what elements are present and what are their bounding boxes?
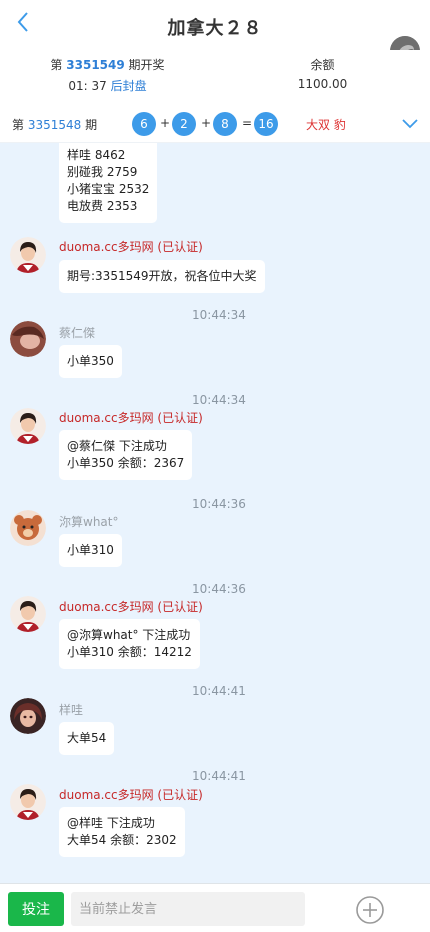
bubble-line: @沵算what° 下注成功 bbox=[67, 628, 191, 642]
user-avatar-icon bbox=[10, 321, 46, 357]
result-ball-3: 8 bbox=[213, 112, 237, 136]
message-input[interactable] bbox=[71, 892, 305, 926]
current-prefix: 第 bbox=[50, 58, 63, 72]
current-period: 第 3351549 期开奖 bbox=[0, 56, 215, 73]
sender-name: duoma.cc多玛网 (已认证) bbox=[59, 240, 203, 254]
user-avatar[interactable] bbox=[10, 510, 46, 546]
period-info: 第 3351549 期开奖 01: 37 后封盘 余额 1100.00 bbox=[0, 50, 430, 100]
result-sum-ball: 16 bbox=[254, 112, 278, 136]
chat-bubble: 期号:3351549开放，祝各位中大奖 bbox=[59, 260, 265, 293]
agent-avatar-icon bbox=[10, 408, 46, 444]
current-suffix: 期开奖 bbox=[128, 58, 165, 72]
sender-name: 蔡仁傑 bbox=[59, 326, 96, 340]
top-bar: 加拿大２８ bbox=[0, 0, 430, 66]
user-avatar[interactable] bbox=[10, 321, 46, 357]
last-result-row: 第 3351548 期 6 + 2 + 8 = 16 大双 豹 bbox=[0, 103, 430, 143]
plus-sign: + bbox=[201, 116, 212, 130]
last-period: 第 3351548 期 bbox=[12, 116, 97, 133]
last-period-no: 3351548 bbox=[27, 118, 82, 132]
result-text: 大双 豹 bbox=[306, 118, 346, 132]
chat-bubble: @样哇 下注成功 大单54 余额：2302 bbox=[59, 807, 185, 857]
bubble-line: @样哇 下注成功 bbox=[67, 816, 155, 830]
balance-value: 1100.00 bbox=[297, 77, 348, 91]
result-ball-1: 6 bbox=[132, 112, 156, 136]
countdown: 01: 37 bbox=[68, 79, 107, 93]
agent-avatar-icon bbox=[10, 237, 46, 273]
system-avatar[interactable] bbox=[10, 237, 46, 273]
message-time: 10:44:34 bbox=[192, 308, 246, 322]
bet-button[interactable]: 投注 bbox=[8, 892, 64, 926]
last-suffix: 期 bbox=[85, 118, 98, 132]
chat-bubble: 大单54 bbox=[59, 722, 115, 755]
agent-avatar-icon bbox=[10, 596, 46, 632]
bubble-line: 小猪宝宝 2532 bbox=[67, 182, 150, 196]
bottom-bar: 投注 bbox=[0, 883, 430, 932]
bubble-line: 电放费 2353 bbox=[67, 199, 138, 213]
bubble-line: 小单350 余额：2367 bbox=[67, 456, 185, 470]
message-time: 10:44:41 bbox=[192, 684, 246, 698]
result-ball-2: 2 bbox=[172, 112, 196, 136]
message-time: 10:44:36 bbox=[192, 582, 246, 596]
bubble-line: 别碰我 2759 bbox=[67, 165, 138, 179]
user-avatar-icon bbox=[10, 510, 46, 546]
message-time: 10:44:41 bbox=[192, 769, 246, 783]
chat-bubble: 小单350 bbox=[59, 345, 122, 378]
user-avatar[interactable] bbox=[10, 698, 46, 734]
page-title: 加拿大２８ bbox=[167, 18, 263, 39]
bubble-line: 小单310 余额：14212 bbox=[67, 645, 192, 659]
agent-avatar-icon bbox=[10, 784, 46, 820]
last-prefix: 第 bbox=[12, 118, 25, 132]
system-avatar[interactable] bbox=[10, 596, 46, 632]
chat-bubble: @蔡仁傑 下注成功 小单350 余额：2367 bbox=[59, 430, 193, 480]
countdown-status: 后封盘 bbox=[110, 79, 147, 93]
plus-sign: + bbox=[160, 116, 171, 130]
chat-area[interactable]: 样哇 8462 别碰我 2759 小猪宝宝 2532 电放费 2353 duom… bbox=[0, 143, 430, 883]
chat-bubble: @沵算what° 下注成功 小单310 余额：14212 bbox=[59, 619, 200, 669]
chat-bubble: 小单310 bbox=[59, 534, 122, 567]
sender-name: duoma.cc多玛网 (已认证) bbox=[59, 600, 203, 614]
system-avatar[interactable] bbox=[10, 784, 46, 820]
bubble-line: 大单54 余额：2302 bbox=[67, 833, 177, 847]
plus-circle-icon[interactable] bbox=[355, 895, 385, 925]
message-time: 10:44:36 bbox=[192, 497, 246, 511]
chevron-down-icon[interactable] bbox=[400, 113, 420, 133]
sender-name: duoma.cc多玛网 (已认证) bbox=[59, 788, 203, 802]
sender-name: duoma.cc多玛网 (已认证) bbox=[59, 411, 203, 425]
sender-name: 样哇 bbox=[59, 703, 84, 717]
user-avatar-icon bbox=[10, 698, 46, 734]
countdown-row: 01: 37 后封盘 bbox=[0, 77, 215, 94]
balance-label: 余额 bbox=[310, 58, 335, 72]
bubble-line: @蔡仁傑 下注成功 bbox=[67, 439, 167, 453]
sender-name: 沵算what° bbox=[59, 515, 119, 529]
equals-sign: = bbox=[242, 116, 253, 130]
current-period-no: 3351549 bbox=[66, 58, 125, 72]
chat-bubble: 样哇 8462 别碰我 2759 小猪宝宝 2532 电放费 2353 bbox=[59, 143, 158, 223]
bubble-line: 样哇 8462 bbox=[67, 148, 126, 162]
message-time: 10:44:34 bbox=[192, 393, 246, 407]
system-avatar[interactable] bbox=[10, 408, 46, 444]
